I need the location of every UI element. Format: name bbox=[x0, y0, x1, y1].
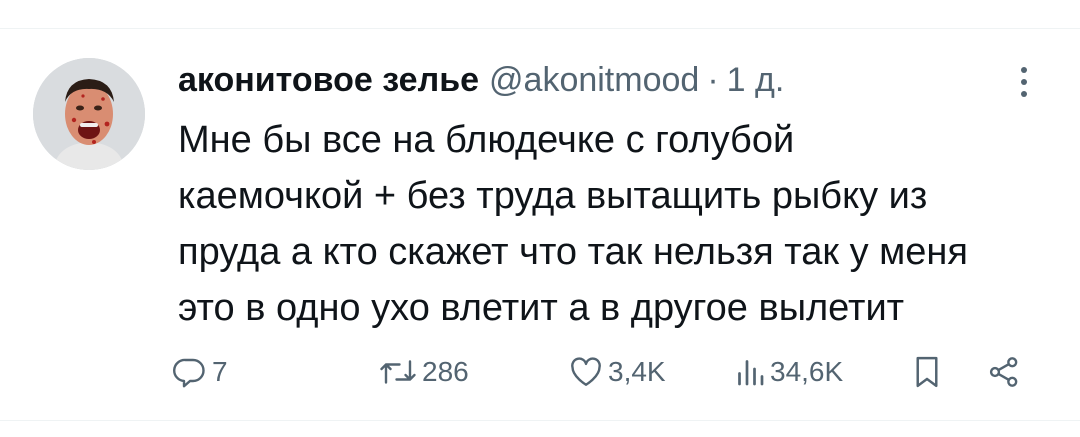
user-handle[interactable]: @akonitmood bbox=[489, 60, 699, 100]
tweet-text-line: Мне бы все на блюдечке с голубой bbox=[178, 119, 795, 161]
views-icon bbox=[738, 360, 764, 386]
views-button[interactable]: 34,6K bbox=[734, 352, 843, 392]
more-options-icon bbox=[1021, 67, 1027, 97]
bookmark-icon bbox=[916, 356, 938, 388]
like-count: 3,4K bbox=[608, 356, 666, 387]
views-count: 34,6K bbox=[770, 356, 844, 387]
tweet-header: аконитовое зелье @akonitmood · 1 д. bbox=[178, 60, 784, 100]
share-button[interactable] bbox=[986, 352, 1022, 392]
heart-icon bbox=[571, 357, 601, 386]
tweet-text-line: это в одно ухо влетит а в другое вылетит bbox=[178, 287, 905, 329]
timestamp[interactable]: 1 д. bbox=[727, 60, 785, 100]
more-options-button[interactable] bbox=[1010, 62, 1038, 102]
retweet-icon bbox=[380, 360, 416, 384]
tweet-text-line: каемочкой + без труда вытащить рыбку из bbox=[178, 175, 928, 217]
reply-count: 7 bbox=[212, 356, 228, 387]
tweet-text: Мне бы все на блюдечке с голубой каемочк… bbox=[178, 112, 1048, 336]
tweet: аконитовое зелье @akonitmood · 1 д. Мне … bbox=[0, 0, 1080, 437]
like-button[interactable]: 3,4K bbox=[568, 352, 666, 392]
display-name[interactable]: аконитовое зелье bbox=[178, 60, 479, 100]
divider bbox=[0, 420, 1080, 421]
share-icon bbox=[989, 357, 1018, 387]
tweet-text-line: пруда а кто скажет что так нельзя так у … bbox=[178, 231, 968, 273]
reply-button[interactable]: 7 bbox=[172, 352, 228, 392]
divider bbox=[0, 28, 1080, 29]
retweet-count: 286 bbox=[422, 356, 469, 387]
reply-icon bbox=[173, 358, 205, 388]
avatar[interactable] bbox=[33, 58, 145, 170]
separator-dot: · bbox=[707, 61, 719, 99]
avatar-image bbox=[33, 58, 145, 170]
retweet-button[interactable]: 286 bbox=[378, 352, 469, 392]
bookmark-button[interactable] bbox=[910, 352, 944, 392]
